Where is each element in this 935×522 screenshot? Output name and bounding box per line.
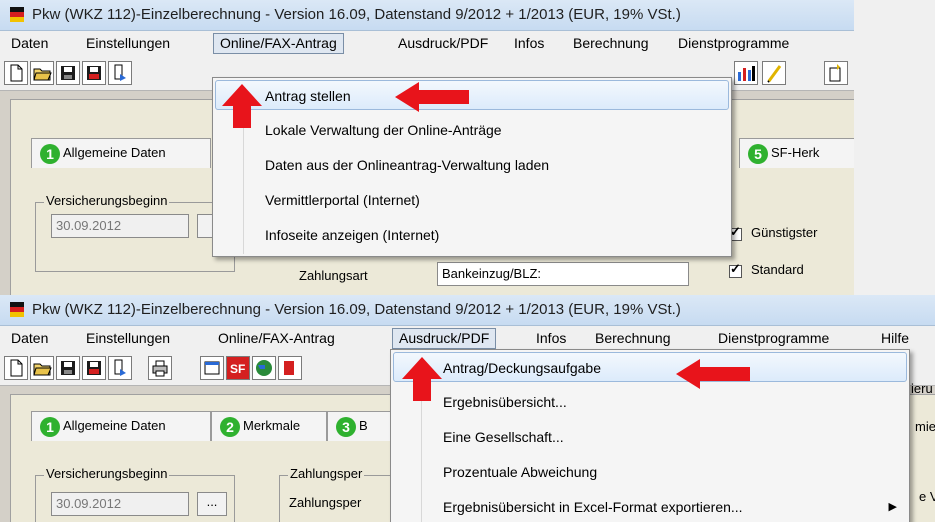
tab-label: Allgemeine Daten: [63, 418, 166, 433]
group-label: Zahlungsper: [288, 466, 365, 481]
save-icon[interactable]: [56, 61, 80, 85]
open-folder-icon[interactable]: [30, 356, 54, 380]
svg-text:SF: SF: [230, 362, 245, 376]
tab-allgemeine-daten[interactable]: 1 Allgemeine Daten: [31, 411, 211, 441]
flag-icon[interactable]: [278, 356, 302, 380]
menu-einstellungen[interactable]: Einstellungen: [80, 34, 176, 53]
tab-sf-herkunft[interactable]: 5 SF-Herk: [739, 138, 854, 168]
window-title: Pkw (WKZ 112)-Einzelberechnung - Version…: [32, 6, 681, 23]
save-red-icon[interactable]: [82, 356, 106, 380]
screenshot-online-fax-antrag: Pkw (WKZ 112)-Einzelberechnung - Version…: [0, 0, 854, 295]
red-up-arrow-icon: [402, 357, 442, 401]
menu-bar: Daten Einstellungen Online/FAX-Antrag Au…: [0, 326, 935, 351]
menu-berechnung[interactable]: Berechnung: [589, 329, 677, 348]
menu-item-antrag-stellen[interactable]: Antrag stellen: [215, 80, 729, 110]
window-icon[interactable]: [200, 356, 224, 380]
tab-number-badge: 1: [40, 144, 60, 164]
menu-berechnung[interactable]: Berechnung: [567, 34, 655, 53]
menu-einstellungen[interactable]: Einstellungen: [80, 329, 176, 348]
tab-label: B: [359, 418, 368, 433]
export-icon[interactable]: [108, 61, 132, 85]
checkbox-guenstigster-label: Günstigster: [751, 225, 818, 240]
export-icon[interactable]: [108, 356, 132, 380]
menu-daten[interactable]: Daten: [5, 34, 54, 53]
cut-off-label: ieru: [911, 381, 933, 396]
group-label: Versicherungsbeginn: [44, 193, 170, 208]
menu-item-infoseite[interactable]: Infoseite anzeigen (Internet): [213, 220, 731, 250]
date-field[interactable]: 30.09.2012: [51, 492, 189, 516]
window-titlebar: Pkw (WKZ 112)-Einzelberechnung - Version…: [0, 0, 854, 31]
menu-item-daten-laden[interactable]: Daten aus der Onlineantrag-Verwaltung la…: [213, 150, 731, 180]
submenu-arrow-icon: ▶: [888, 501, 897, 513]
dropdown-ausdruck-pdf: Antrag/Deckungsaufgabe Ergebnisübersicht…: [390, 349, 910, 522]
tab-number-badge: 1: [40, 417, 60, 437]
sf-icon[interactable]: SF: [226, 356, 250, 380]
pen-icon[interactable]: [762, 61, 786, 85]
date-field[interactable]: 30.09.2012: [51, 214, 189, 238]
tab-number-badge: 3: [336, 417, 356, 437]
red-up-arrow-icon: [222, 84, 262, 128]
tab-allgemeine-daten[interactable]: 1 Allgemeine Daten: [31, 138, 211, 168]
printer-icon[interactable]: [148, 356, 172, 380]
tab-label: SF-Herk: [771, 145, 820, 160]
open-folder-icon[interactable]: [30, 61, 54, 85]
window-titlebar: Pkw (WKZ 112)-Einzelberechnung - Version…: [0, 295, 935, 326]
zahlungsperiode-label: Zahlungsper: [289, 495, 362, 510]
menu-ausdruck-pdf[interactable]: Ausdruck/PDF: [392, 328, 497, 349]
app-icon: [10, 7, 24, 22]
menu-item-eine-gesellschaft[interactable]: Eine Gesellschaft...: [391, 422, 909, 452]
screenshot-ausdruck-pdf: Pkw (WKZ 112)-Einzelberechnung - Version…: [0, 295, 935, 522]
tab-number-badge: 5: [748, 144, 768, 164]
new-document-icon[interactable]: [4, 61, 28, 85]
globe-icon[interactable]: [252, 356, 276, 380]
tab-label: Merkmale: [243, 418, 301, 433]
zahlungsart-label: Zahlungsart: [299, 268, 368, 283]
menu-item-label: Ergebnisübersicht in Excel-Format export…: [443, 499, 743, 515]
menu-item-antrag-deckungsaufgabe[interactable]: Antrag/Deckungsaufgabe: [393, 352, 907, 382]
tab-merkmale[interactable]: 2 Merkmale: [211, 411, 327, 441]
window-title: Pkw (WKZ 112)-Einzelberechnung - Version…: [32, 301, 681, 318]
cut-off-label: mie: [915, 419, 935, 434]
menu-infos[interactable]: Infos: [508, 34, 550, 53]
menu-bar: Daten Einstellungen Online/FAX-Antrag Au…: [0, 31, 854, 56]
group-label: Versicherungsbeginn: [44, 466, 170, 481]
app-icon: [10, 302, 24, 317]
zahlungsart-field[interactable]: Bankeinzug/BLZ:: [437, 262, 689, 286]
menu-item-excel-export[interactable]: Ergebnisübersicht in Excel-Format export…: [391, 492, 909, 522]
cut-off-label: e V: [919, 489, 935, 504]
menu-hilfe[interactable]: Hilfe: [875, 329, 915, 348]
menu-item-vermittlerportal[interactable]: Vermittlerportal (Internet): [213, 185, 731, 215]
menu-dienstprogramme[interactable]: Dienstprogramme: [672, 34, 795, 53]
checkbox-standard[interactable]: ✓: [729, 262, 742, 278]
menu-dienstprogramme[interactable]: Dienstprogramme: [712, 329, 835, 348]
menu-daten[interactable]: Daten: [5, 329, 54, 348]
date-picker-button[interactable]: ...: [197, 492, 227, 516]
document-add-icon[interactable]: [824, 61, 848, 85]
checkbox-standard-label: Standard: [751, 262, 804, 277]
dropdown-online-fax-antrag: Antrag stellen Lokale Verwaltung der Onl…: [212, 77, 732, 257]
red-left-arrow-icon: [395, 82, 469, 112]
menu-online-fax-antrag[interactable]: Online/FAX-Antrag: [212, 329, 341, 348]
menu-item-ergebnisuebersicht[interactable]: Ergebnisübersicht...: [391, 387, 909, 417]
chart-icon[interactable]: [734, 61, 758, 85]
save-icon[interactable]: [56, 356, 80, 380]
tab-label: Allgemeine Daten: [63, 145, 166, 160]
menu-online-fax-antrag[interactable]: Online/FAX-Antrag: [213, 33, 344, 54]
tab-number-badge: 2: [220, 417, 240, 437]
new-document-icon[interactable]: [4, 356, 28, 380]
red-left-arrow-icon: [676, 359, 750, 389]
menu-ausdruck-pdf[interactable]: Ausdruck/PDF: [392, 34, 494, 53]
menu-item-prozentuale-abweichung[interactable]: Prozentuale Abweichung: [391, 457, 909, 487]
menu-infos[interactable]: Infos: [530, 329, 572, 348]
save-red-icon[interactable]: [82, 61, 106, 85]
menu-item-lokale-verwaltung[interactable]: Lokale Verwaltung der Online-Anträge: [213, 115, 731, 145]
tab-b[interactable]: 3 B: [327, 411, 397, 441]
